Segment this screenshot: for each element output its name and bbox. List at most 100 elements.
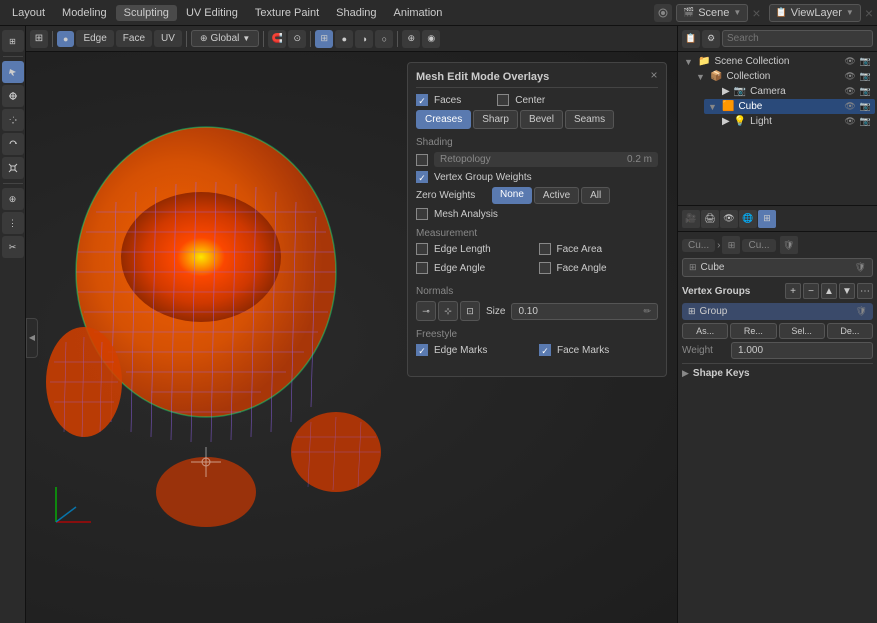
vertex-group-checkbox[interactable]: [416, 171, 428, 183]
zero-weights-active[interactable]: Active: [534, 187, 579, 204]
vg-up-btn[interactable]: ▲: [821, 283, 837, 299]
breadcrumb-mesh-icon[interactable]: ⊞: [722, 236, 740, 254]
camera-eye[interactable]: 👁: [844, 86, 855, 97]
menu-layout[interactable]: Layout: [4, 5, 53, 21]
uv-mode-btn[interactable]: UV: [154, 30, 182, 47]
vg-down-btn[interactable]: ▼: [839, 283, 855, 299]
collection-eye[interactable]: 👁: [844, 71, 855, 82]
transform-space-dropdown[interactable]: ⊕ Global ▼: [191, 30, 259, 47]
props-output-btn[interactable]: 🖨: [701, 210, 719, 228]
select-btn[interactable]: Sel...: [779, 323, 825, 339]
outliner-mode-btn[interactable]: 📋: [682, 30, 700, 48]
tree-item-collection[interactable]: ▼ 📦 Collection 👁 📷: [692, 69, 875, 84]
face-marks-checkbox[interactable]: [539, 344, 551, 356]
menu-texture-paint[interactable]: Texture Paint: [247, 5, 327, 21]
toolbar-rotate-btn[interactable]: [2, 133, 24, 155]
vg-header: Vertex Groups + − ▲ ▼ ⋯: [682, 281, 873, 301]
viewport-canvas[interactable]: × Mesh Edit Mode Overlays Faces Center C…: [26, 52, 677, 623]
collection-camera[interactable]: 📷: [860, 71, 871, 82]
vg-remove-btn[interactable]: −: [803, 283, 819, 299]
edge-mode-btn[interactable]: Edge: [76, 30, 113, 47]
center-checkbox[interactable]: [497, 94, 509, 106]
assign-btn[interactable]: As...: [682, 323, 728, 339]
vertex-mode-btn[interactable]: ●: [57, 31, 74, 47]
faces-checkbox[interactable]: [416, 94, 428, 106]
menu-shading[interactable]: Shading: [328, 5, 384, 21]
gizmo-btn[interactable]: ◉: [422, 30, 440, 48]
mesh-analysis-checkbox[interactable]: [416, 208, 428, 220]
menu-uv-editing[interactable]: UV Editing: [178, 5, 246, 21]
face-angle-checkbox[interactable]: [539, 262, 551, 274]
solid-btn[interactable]: ●: [335, 30, 353, 48]
toolbar-extrude-btn[interactable]: ⊕: [2, 188, 24, 210]
face-angle-label: Face Angle: [557, 263, 607, 274]
scene-collection-camera[interactable]: 📷: [860, 56, 871, 67]
outliner-search[interactable]: [722, 30, 873, 47]
face-mode-btn[interactable]: Face: [116, 30, 152, 47]
scene-dropdown[interactable]: 🎬 Scene ▼: [676, 4, 748, 22]
toolbar-select-btn[interactable]: [2, 61, 24, 83]
props-render-btn[interactable]: 🎥: [682, 210, 700, 228]
menu-modeling[interactable]: Modeling: [54, 5, 115, 21]
props-object-data-btn[interactable]: ⊞: [758, 210, 776, 228]
toolbar-cursor-btn[interactable]: [2, 85, 24, 107]
edge-angle-checkbox[interactable]: [416, 262, 428, 274]
toolbar-scale-btn[interactable]: [2, 157, 24, 179]
normal-split-btn[interactable]: ⊹: [438, 301, 458, 321]
vg-group-item[interactable]: ⊞ Group 🛡: [682, 303, 873, 320]
props-scene-btn[interactable]: 🌐: [739, 210, 757, 228]
render-btn[interactable]: ○: [375, 30, 393, 48]
cube-eye[interactable]: 👁: [844, 101, 855, 112]
breadcrumb-cu1[interactable]: Cu...: [682, 239, 715, 252]
toolbar-loop-cut-btn[interactable]: ⋮: [2, 212, 24, 234]
wireframe-btn[interactable]: ⊞: [315, 30, 333, 48]
proportional-btn[interactable]: ⊙: [288, 30, 306, 48]
scene-collection-eye[interactable]: 👁: [844, 56, 855, 67]
tree-item-scene-collection[interactable]: ▼ 📁 Scene Collection 👁 📷: [680, 54, 875, 69]
vg-add-btn[interactable]: +: [785, 283, 801, 299]
shape-keys-header[interactable]: ▶ Shape Keys: [682, 368, 873, 379]
bevel-btn[interactable]: Bevel: [520, 110, 563, 129]
toolbar-knife-btn[interactable]: ✂: [2, 236, 24, 258]
snap-btn[interactable]: 🧲: [268, 30, 286, 48]
material-btn[interactable]: ◑: [355, 30, 373, 48]
tree-item-light[interactable]: ▶ 💡 Light 👁 📷: [704, 114, 875, 129]
light-eye[interactable]: 👁: [844, 116, 855, 127]
weight-input[interactable]: 1.000: [731, 342, 873, 359]
viewport-mode-dropdown[interactable]: ⊞: [30, 30, 48, 48]
breadcrumb-cu2[interactable]: Cu...: [742, 239, 775, 252]
tree-item-camera[interactable]: ▶ 📷 Camera 👁 📷: [704, 84, 875, 99]
outliner-filter-btn[interactable]: ⚙: [702, 30, 720, 48]
edge-length-checkbox[interactable]: [416, 243, 428, 255]
seams-btn[interactable]: Seams: [565, 110, 614, 129]
face-area-checkbox[interactable]: [539, 243, 551, 255]
remove-btn[interactable]: Re...: [730, 323, 776, 339]
toolbar-move-btn[interactable]: [2, 109, 24, 131]
camera-render[interactable]: 📷: [860, 86, 871, 97]
props-view-btn[interactable]: 👁: [720, 210, 738, 228]
normal-vertex-btn[interactable]: ⊸: [416, 301, 436, 321]
viewport-collapse-left[interactable]: ◀: [26, 318, 38, 358]
breadcrumb-shield[interactable]: 🛡: [780, 236, 798, 254]
viewlayer-dropdown[interactable]: 📋 ViewLayer ▼: [769, 4, 861, 22]
deselect-btn[interactable]: De...: [827, 323, 873, 339]
normal-face-btn[interactable]: ⊡: [460, 301, 480, 321]
panel-close-btn[interactable]: ×: [646, 67, 662, 83]
zero-weights-all[interactable]: All: [581, 187, 610, 204]
object-name-field[interactable]: ⊞ Cube 🛡: [682, 258, 873, 277]
tree-item-cube[interactable]: ▼ 🟧 Cube 👁 📷: [704, 99, 875, 114]
normals-size-input[interactable]: 0.10 ✏: [511, 303, 658, 320]
overlay-btn[interactable]: ⊕: [402, 30, 420, 48]
sharp-btn[interactable]: Sharp: [473, 110, 518, 129]
creases-btn[interactable]: Creases: [416, 110, 471, 129]
cube-render[interactable]: 📷: [860, 101, 871, 112]
edge-marks-checkbox[interactable]: [416, 344, 428, 356]
light-render[interactable]: 📷: [860, 116, 871, 127]
menu-animation[interactable]: Animation: [386, 5, 451, 21]
zero-weights-none[interactable]: None: [492, 187, 532, 204]
retopology-checkbox[interactable]: [416, 154, 428, 166]
engine-icon[interactable]: [654, 4, 672, 22]
vg-more-btn[interactable]: ⋯: [857, 283, 873, 299]
toolbar-mode-btn[interactable]: ⊞: [2, 30, 24, 52]
menu-sculpting[interactable]: Sculpting: [116, 5, 177, 21]
